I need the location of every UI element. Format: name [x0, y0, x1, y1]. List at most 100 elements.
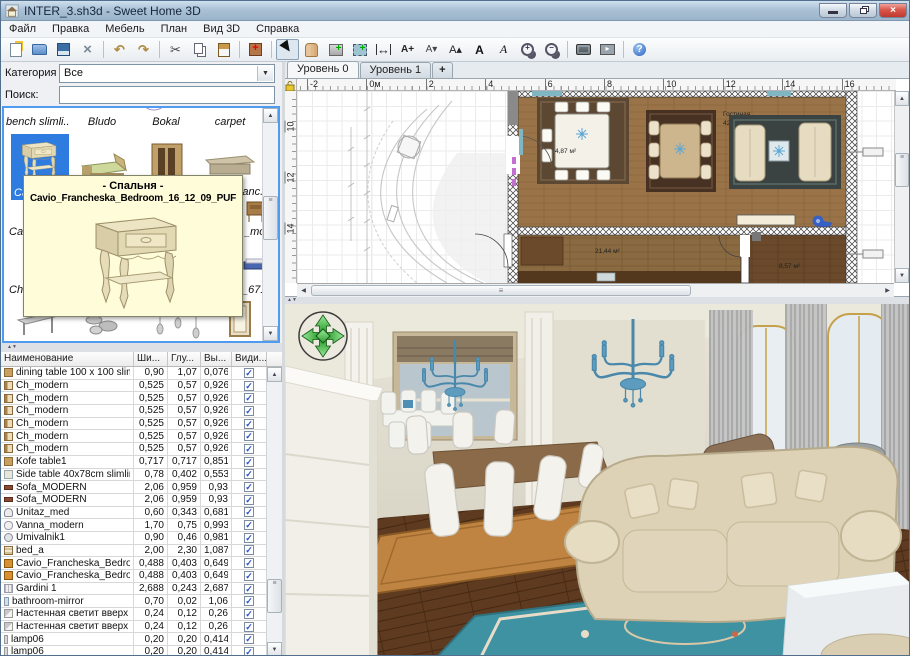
table-row[interactable]: Umivalnik10,900,460,981✓	[1, 532, 282, 545]
visibility-checkbox[interactable]: ✓	[244, 381, 254, 391]
save-button[interactable]	[52, 39, 75, 60]
table-row[interactable]: bathroom-mirror0,700,021,06✓	[1, 595, 282, 608]
minimize-button[interactable]	[819, 3, 847, 18]
redo-button[interactable]	[132, 39, 155, 60]
zoom-out-button[interactable]	[540, 39, 563, 60]
tab-level-0[interactable]: Уровень 0	[287, 61, 359, 78]
cut-button[interactable]	[164, 39, 187, 60]
table-row[interactable]: Kofe table10,7170,7170,851✓	[1, 456, 282, 469]
furniture-catalog[interactable]: bench slimli...BludoBokalcarpet Ca	[2, 106, 280, 343]
table-row[interactable]: dining table 100 x 100 sliml...0,901,070…	[1, 367, 282, 380]
scroll-right-icon[interactable]: ▶	[881, 285, 894, 297]
right-splitter[interactable]: ▲▼	[285, 297, 910, 304]
scroll-up-icon[interactable]: ▲	[263, 108, 278, 123]
paste-button[interactable]	[212, 39, 235, 60]
menu-item[interactable]: План	[153, 22, 196, 36]
visibility-checkbox[interactable]: ✓	[244, 609, 254, 619]
visibility-checkbox[interactable]: ✓	[244, 571, 254, 581]
table-row[interactable]: Side table 40x78cm slimline0,780,4020,55…	[1, 469, 282, 482]
menu-item[interactable]: Мебель	[97, 22, 152, 36]
add-furniture-button[interactable]	[244, 39, 267, 60]
visibility-checkbox[interactable]: ✓	[244, 622, 254, 632]
add-text-button[interactable]	[396, 39, 419, 60]
open-button[interactable]	[28, 39, 51, 60]
restore-button[interactable]	[849, 3, 877, 18]
visibility-checkbox[interactable]: ✓	[244, 584, 254, 594]
visibility-checkbox[interactable]: ✓	[244, 444, 254, 454]
create-video-button[interactable]	[596, 39, 619, 60]
table-row[interactable]: Gardini 12,6880,2432,687✓	[1, 583, 282, 596]
help-button[interactable]	[628, 39, 651, 60]
scroll-down-icon[interactable]: ▼	[895, 268, 909, 283]
table-row[interactable]: Настенная светит вверх0,240,120,26✓	[1, 608, 282, 621]
visibility-checkbox[interactable]: ✓	[244, 469, 254, 479]
visibility-checkbox[interactable]: ✓	[244, 647, 254, 656]
left-splitter[interactable]: ▲▼	[1, 343, 282, 352]
visibility-checkbox[interactable]: ✓	[244, 457, 254, 467]
menu-item[interactable]: Файл	[1, 22, 44, 36]
pan-button[interactable]	[300, 39, 323, 60]
table-row[interactable]: lamp060,200,200,414✓	[1, 646, 282, 656]
table-row[interactable]: bed_a2,002,301,087✓	[1, 545, 282, 558]
table-row[interactable]: lamp060,200,200,414✓	[1, 633, 282, 646]
table-row[interactable]: Ch_modern0,5250,570,926✓	[1, 380, 282, 393]
title-bar[interactable]: INTER_3.sh3d - Sweet Home 3D ×	[1, 1, 910, 21]
select-button[interactable]	[276, 39, 299, 60]
close-button[interactable]: ×	[879, 3, 907, 18]
plan-vscroll-thumb[interactable]: ≡	[895, 153, 909, 187]
catalog-scroll-thumb[interactable]: ≡	[263, 196, 278, 240]
scroll-down-icon[interactable]: ▼	[263, 326, 278, 341]
copy-button[interactable]	[188, 39, 211, 60]
search-input[interactable]	[59, 86, 275, 104]
table-scroll-thumb[interactable]: ≡	[267, 579, 282, 613]
new-button[interactable]	[4, 39, 27, 60]
scroll-up-icon[interactable]: ▲	[267, 367, 282, 382]
plan-horizontal-scrollbar[interactable]: ◀ ≡ ▶	[297, 283, 894, 297]
catalog-scrollbar[interactable]: ▲ ≡ ▼	[262, 108, 278, 341]
plan-vertical-scrollbar[interactable]: ▲ ≡ ▼	[894, 91, 909, 283]
table-row[interactable]: Unitaz_med0,600,3430,681✓	[1, 507, 282, 520]
visibility-checkbox[interactable]: ✓	[244, 393, 254, 403]
table-row[interactable]: Cavio_Francheska_Bedroo...0,4880,4030,64…	[1, 557, 282, 570]
visibility-checkbox[interactable]: ✓	[244, 558, 254, 568]
category-select[interactable]: Все ▼	[59, 64, 275, 83]
table-row[interactable]: Ch_modern0,5250,570,926✓	[1, 405, 282, 418]
table-row[interactable]: Ch_modern0,5250,570,926✓	[1, 430, 282, 443]
visibility-checkbox[interactable]: ✓	[244, 482, 254, 492]
create-rooms-button[interactable]	[348, 39, 371, 60]
visibility-checkbox[interactable]: ✓	[244, 495, 254, 505]
visibility-checkbox[interactable]: ✓	[244, 634, 254, 644]
table-row[interactable]: Sofa_MODERN2,060,9590,93✓	[1, 481, 282, 494]
plan-hscroll-thumb[interactable]: ≡	[311, 285, 691, 296]
undo-button[interactable]	[108, 39, 131, 60]
increase-text-size-button[interactable]	[444, 39, 467, 60]
menu-item[interactable]: Вид 3D	[195, 22, 248, 36]
table-row[interactable]: Ch_modern0,5250,570,926✓	[1, 418, 282, 431]
menu-item[interactable]: Правка	[44, 22, 97, 36]
table-row[interactable]: Cavio_Francheska_Bedroo...0,4880,4030,64…	[1, 570, 282, 583]
visibility-checkbox[interactable]: ✓	[244, 520, 254, 530]
visibility-checkbox[interactable]: ✓	[244, 431, 254, 441]
table-row[interactable]: Ch_modern0,5250,570,926✓	[1, 443, 282, 456]
visibility-checkbox[interactable]: ✓	[244, 368, 254, 378]
visibility-checkbox[interactable]: ✓	[244, 545, 254, 555]
create-photo-button[interactable]	[572, 39, 595, 60]
table-scrollbar[interactable]: ▲ ≡ ▼	[266, 367, 282, 656]
visibility-checkbox[interactable]: ✓	[244, 419, 254, 429]
scroll-down-icon[interactable]: ▼	[267, 642, 282, 656]
scroll-up-icon[interactable]: ▲	[895, 91, 909, 106]
bold-button[interactable]	[468, 39, 491, 60]
table-row[interactable]: Sofa_MODERN2,060,9590,93✓	[1, 494, 282, 507]
table-row[interactable]: Vanna_modern1,700,750,993✓	[1, 519, 282, 532]
table-row[interactable]: Ch_modern0,5250,570,926✓	[1, 392, 282, 405]
visibility-checkbox[interactable]: ✓	[244, 507, 254, 517]
scroll-left-icon[interactable]: ◀	[297, 285, 310, 297]
create-walls-button[interactable]	[324, 39, 347, 60]
preferences-button[interactable]	[76, 39, 99, 60]
plan-canvas[interactable]: 4,87 м² Гостиная 42,07 м²	[297, 91, 894, 283]
visibility-checkbox[interactable]: ✓	[244, 533, 254, 543]
italic-button[interactable]	[492, 39, 515, 60]
zoom-in-button[interactable]	[516, 39, 539, 60]
menu-item[interactable]: Справка	[248, 22, 307, 36]
furniture-table[interactable]: НаименованиеШи...Глу...Вы...Види... dini…	[1, 352, 282, 656]
